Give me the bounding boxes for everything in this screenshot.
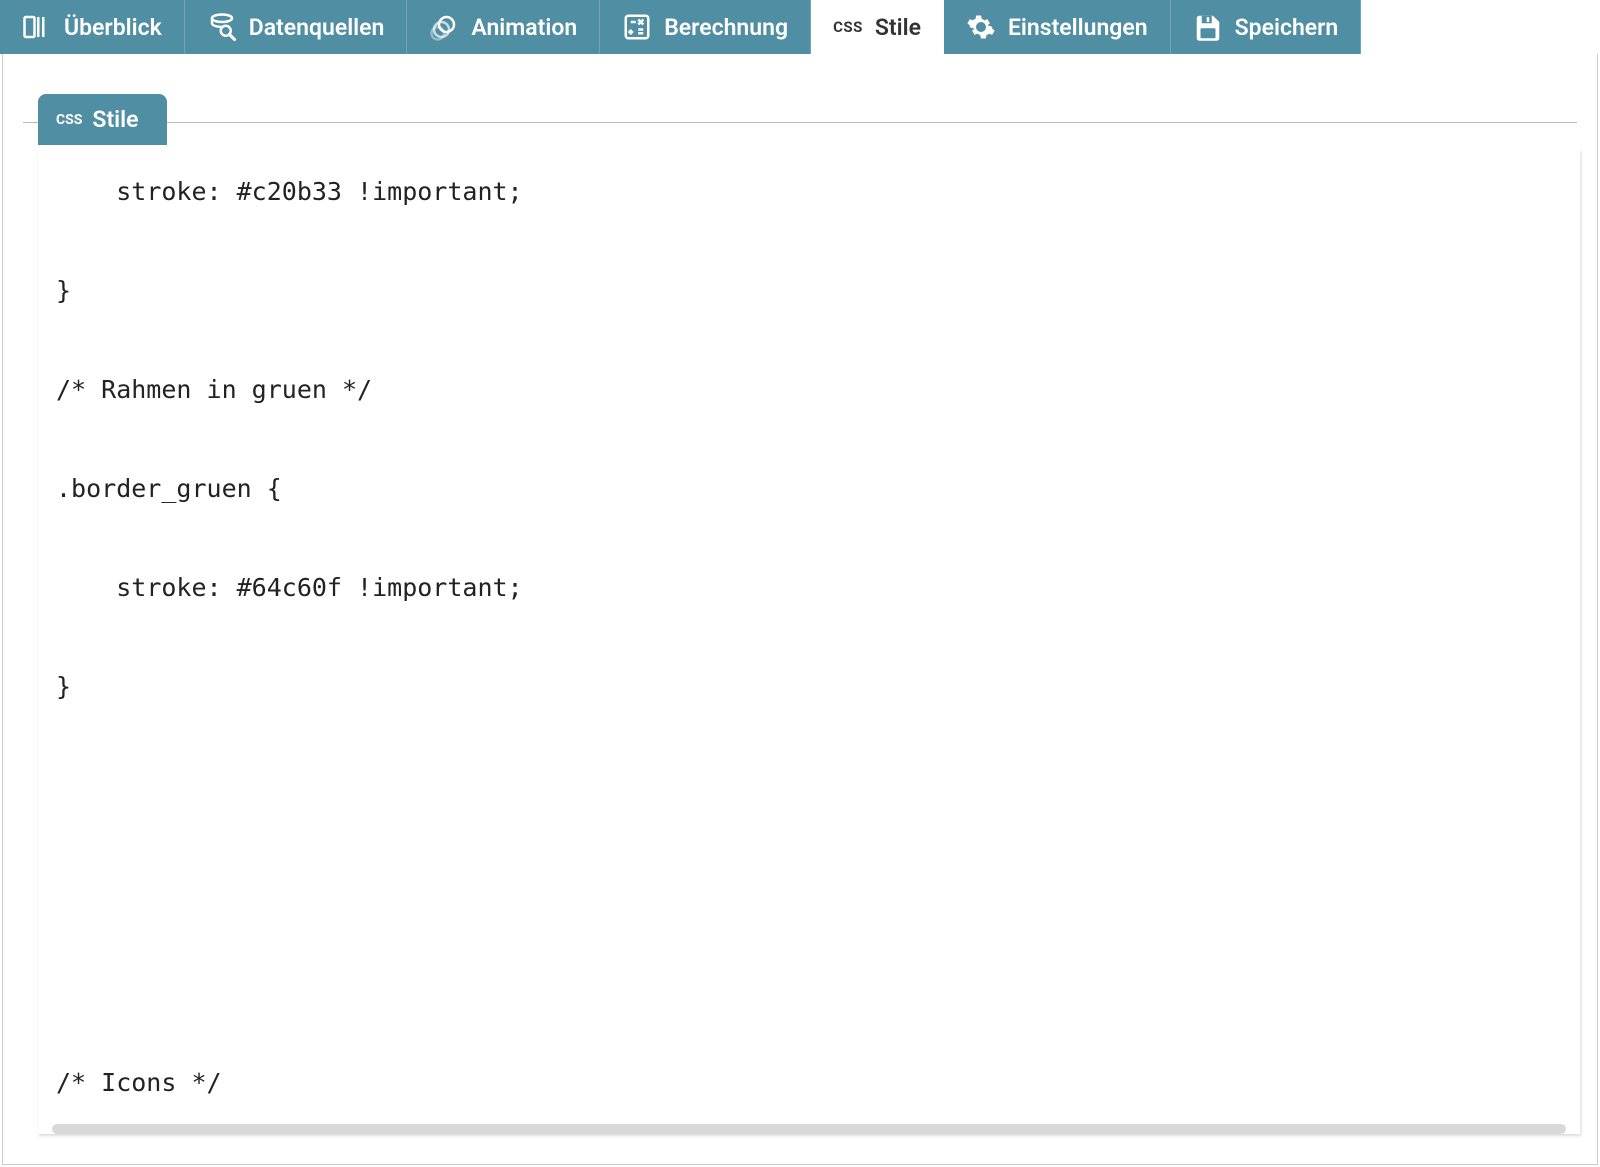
tabs-bar: Überblick Datenquellen Animation [0,0,1600,54]
tab-label: Einstellungen [1008,14,1148,41]
section-tab-styles[interactable]: CSS Stile [38,94,167,145]
tab-label: Stile [875,14,921,41]
code-panel: stroke: #c20b33 !important; } /* Rahmen … [38,149,1580,1134]
tab-data-sources[interactable]: Datenquellen [185,0,408,54]
css-code-editor[interactable]: stroke: #c20b33 !important; } /* Rahmen … [38,149,1580,1134]
section-divider [23,122,1577,123]
horizontal-scrollbar[interactable] [52,1124,1566,1134]
tab-label: Speichern [1235,14,1339,41]
tab-label: Überblick [64,14,162,41]
section-tab-label: Stile [92,106,138,133]
content-area: CSS Stile stroke: #c20b33 !important; } … [2,54,1598,1165]
calculation-icon [622,12,652,42]
css-icon: CSS [833,18,863,36]
animation-icon [429,12,459,42]
tab-styles[interactable]: CSS Stile [811,0,944,54]
tab-overview[interactable]: Überblick [0,0,185,54]
tab-label: Berechnung [664,14,788,41]
tab-calculation[interactable]: Berechnung [600,0,811,54]
section-wrapper: CSS Stile stroke: #c20b33 !important; } … [23,94,1577,1134]
css-icon: CSS [56,112,82,128]
tab-label: Animation [471,14,577,41]
tab-label: Datenquellen [249,14,385,41]
data-search-icon [207,12,237,42]
overview-icon [22,12,52,42]
tab-animation[interactable]: Animation [407,0,600,54]
tab-settings[interactable]: Einstellungen [944,0,1171,54]
tab-save[interactable]: Speichern [1171,0,1362,54]
save-icon [1193,12,1223,42]
gear-icon [966,12,996,42]
